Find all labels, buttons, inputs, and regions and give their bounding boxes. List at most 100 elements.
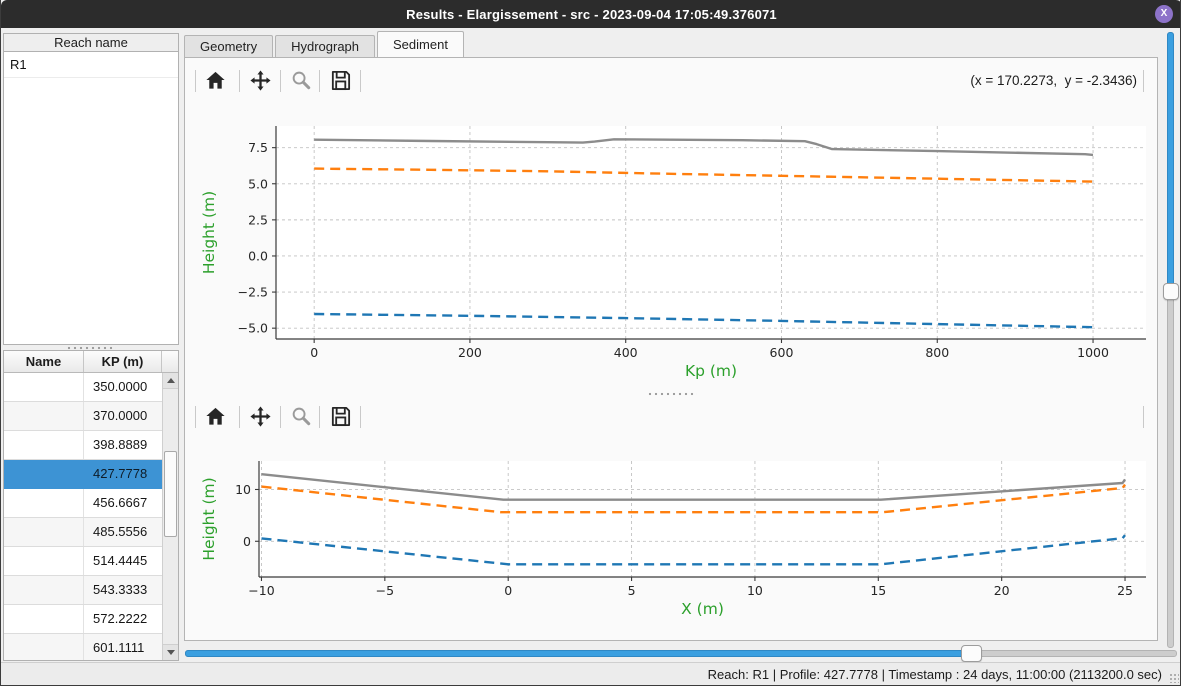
toolbar-separator xyxy=(239,70,240,92)
cell-name[interactable] xyxy=(4,489,84,517)
toolbar-separator xyxy=(319,406,320,428)
sediment-profile-chart[interactable]: 020040060080010007.55.02.50.0−2.5−5.0Kp … xyxy=(188,109,1152,393)
cell-kp[interactable]: 601.1111 xyxy=(84,634,162,660)
cell-name[interactable] xyxy=(4,431,84,459)
reach-list-item[interactable]: R1 xyxy=(4,52,178,78)
table-row[interactable]: 398.8889 xyxy=(4,431,162,460)
x-tick-label: 400 xyxy=(614,345,638,360)
window-title: Results - Elargissement - src - 2023-09-… xyxy=(406,7,777,22)
cell-name[interactable] xyxy=(4,460,84,488)
pan-icon xyxy=(249,69,272,92)
table-header-row: Name KP (m) xyxy=(4,351,178,373)
save-button[interactable] xyxy=(327,403,354,430)
y-tick-label: 0 xyxy=(243,534,251,549)
plot-splitter-handle[interactable] xyxy=(647,392,697,396)
x-tick-label: 1000 xyxy=(1077,345,1109,360)
toolbar-separator xyxy=(280,406,281,428)
titlebar[interactable]: Results - Elargissement - src - 2023-09-… xyxy=(1,0,1181,28)
pan-button[interactable] xyxy=(247,403,274,430)
time-slider[interactable] xyxy=(184,645,1179,662)
table-row[interactable]: 485.5556 xyxy=(4,518,162,547)
reach-name-header: Reach name xyxy=(3,33,179,52)
time-slider-thumb[interactable] xyxy=(961,645,982,662)
pan-icon xyxy=(249,405,272,428)
table-row[interactable]: 370.0000 xyxy=(4,402,162,431)
cell-kp[interactable]: 572.2222 xyxy=(84,605,162,633)
y-tick-label: 2.5 xyxy=(248,212,268,227)
x-axis-label: Kp (m) xyxy=(685,362,737,380)
plot-panel: (x = 170.2273, y = -2.3436) 020040060080… xyxy=(184,57,1158,641)
scroll-up-button[interactable] xyxy=(163,373,178,389)
table-scrollbar[interactable] xyxy=(162,373,178,660)
time-slider-fill xyxy=(185,650,965,657)
toolbar-separator xyxy=(195,406,196,428)
column-header-name[interactable]: Name xyxy=(4,351,84,372)
status-bar: Reach: R1 | Profile: 427.7778 | Timestam… xyxy=(1,662,1181,686)
toolbar-separator xyxy=(319,70,320,92)
plot-toolbar-bottom xyxy=(185,403,1159,443)
toolbar-separator xyxy=(280,70,281,92)
tab-sediment[interactable]: Sediment xyxy=(377,31,464,57)
toolbar-separator xyxy=(360,70,361,92)
table-row[interactable]: 456.6667 xyxy=(4,489,162,518)
table-row[interactable]: 601.1111 xyxy=(4,634,162,660)
table-row[interactable]: 427.7778 xyxy=(4,460,162,489)
home-button[interactable] xyxy=(202,67,229,94)
cross-section-chart[interactable]: −10−50510152025010X (m)Height (m) xyxy=(188,444,1152,639)
cell-name[interactable] xyxy=(4,373,84,401)
cell-kp[interactable]: 370.0000 xyxy=(84,402,162,430)
close-button[interactable]: X xyxy=(1155,5,1173,23)
triangle-down-icon xyxy=(167,650,175,655)
y-tick-label: −5.0 xyxy=(238,321,268,336)
cell-kp[interactable]: 514.4445 xyxy=(84,547,162,575)
cell-kp[interactable]: 485.5556 xyxy=(84,518,162,546)
cell-kp[interactable]: 427.7778 xyxy=(84,460,162,488)
cell-name[interactable] xyxy=(4,402,84,430)
cell-name[interactable] xyxy=(4,518,84,546)
zoom-button[interactable] xyxy=(288,403,315,430)
table-scrollbar-thumb[interactable] xyxy=(164,451,177,537)
cell-kp[interactable]: 350.0000 xyxy=(84,373,162,401)
plot-toolbar-top: (x = 170.2273, y = -2.3436) xyxy=(185,67,1159,107)
cell-name[interactable] xyxy=(4,605,84,633)
zoom-button[interactable] xyxy=(288,67,315,94)
y-tick-label: 7.5 xyxy=(248,140,268,155)
home-icon xyxy=(204,405,227,428)
save-button[interactable] xyxy=(327,67,354,94)
tab-geometry[interactable]: Geometry xyxy=(184,35,273,57)
vertical-slider[interactable] xyxy=(1160,30,1180,652)
cell-name[interactable] xyxy=(4,634,84,660)
x-tick-label: 15 xyxy=(870,583,886,598)
save-icon xyxy=(329,69,352,92)
y-tick-label: 5.0 xyxy=(248,176,268,191)
table-row[interactable]: 543.3333 xyxy=(4,576,162,605)
tab-bar: GeometryHydrographSediment xyxy=(184,31,1158,57)
home-button[interactable] xyxy=(202,403,229,430)
cell-kp[interactable]: 543.3333 xyxy=(84,576,162,604)
vertical-slider-thumb[interactable] xyxy=(1163,283,1179,300)
cell-kp[interactable]: 398.8889 xyxy=(84,431,162,459)
reach-list[interactable]: R1 xyxy=(3,51,179,345)
x-tick-label: 0 xyxy=(504,583,512,598)
size-grip[interactable] xyxy=(1169,673,1179,683)
table-row[interactable]: 514.4445 xyxy=(4,547,162,576)
cell-kp[interactable]: 456.6667 xyxy=(84,489,162,517)
toolbar-separator xyxy=(1143,70,1144,92)
x-tick-label: 5 xyxy=(628,583,636,598)
x-tick-label: 800 xyxy=(925,345,949,360)
toolbar-separator xyxy=(1143,406,1144,428)
cell-name[interactable] xyxy=(4,576,84,604)
vertical-slider-fill xyxy=(1167,32,1174,288)
home-icon xyxy=(204,69,227,92)
tab-hydrograph[interactable]: Hydrograph xyxy=(275,35,375,57)
y-tick-label: 10 xyxy=(235,482,251,497)
x-tick-label: 600 xyxy=(770,345,794,360)
column-header-kp[interactable]: KP (m) xyxy=(84,351,162,372)
scroll-down-button[interactable] xyxy=(163,644,178,660)
pan-button[interactable] xyxy=(247,67,274,94)
x-axis-label: X (m) xyxy=(681,600,724,618)
table-row[interactable]: 572.2222 xyxy=(4,605,162,634)
x-tick-label: 0 xyxy=(310,345,318,360)
table-row[interactable]: 350.0000 xyxy=(4,373,162,402)
cell-name[interactable] xyxy=(4,547,84,575)
